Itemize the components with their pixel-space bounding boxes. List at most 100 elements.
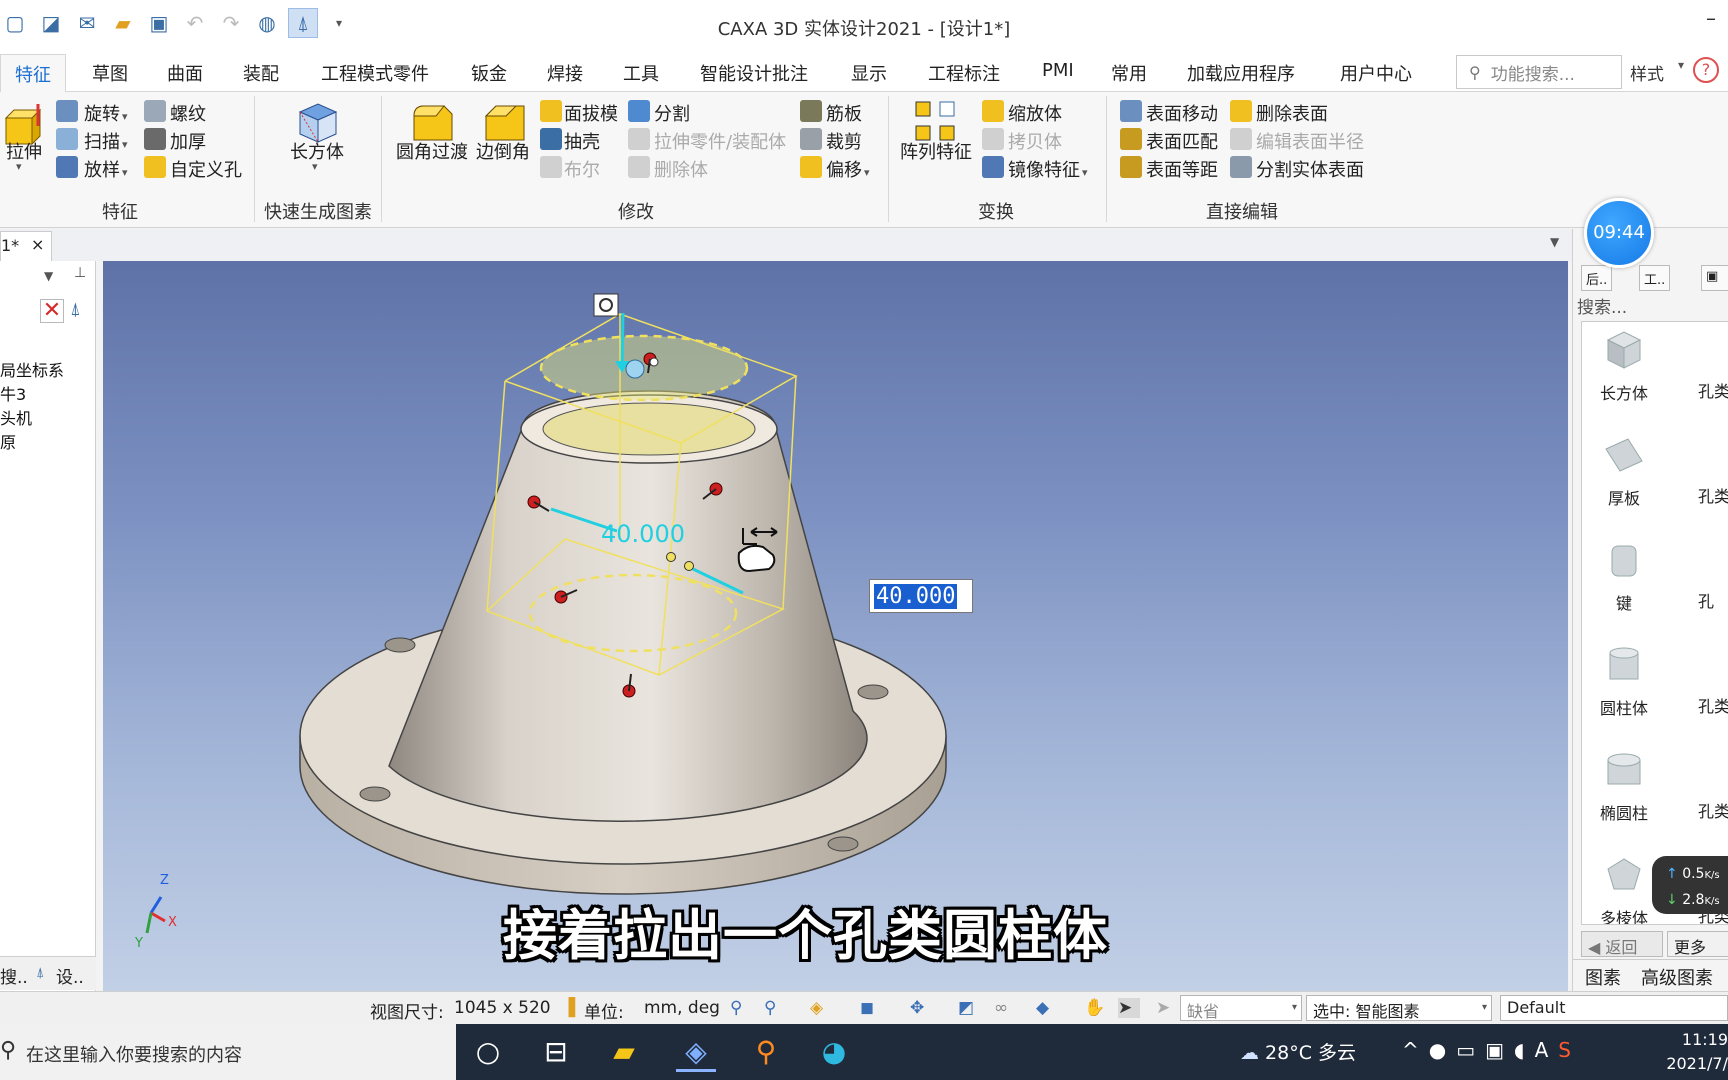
thread-button[interactable]: 螺纹	[170, 100, 206, 126]
scene[interactable]: 40.000 Z X Y	[103, 261, 1568, 991]
chamfer-button[interactable]: 边倒角	[476, 138, 530, 164]
battery-icon[interactable]: ▭	[1456, 1038, 1485, 1062]
custom-hole-button[interactable]: 自定义孔	[170, 156, 242, 182]
trim-button[interactable]: 裁剪	[826, 128, 862, 154]
document-tab[interactable]: 1* ×	[0, 231, 52, 261]
edge-browser-icon[interactable]: ◕	[814, 1032, 854, 1072]
new-item-icon[interactable]: ⍋	[70, 299, 81, 320]
library-item-hole[interactable]: 孔类	[1698, 483, 1728, 507]
delete-face-button[interactable]: 删除表面	[1256, 100, 1328, 126]
tab-display[interactable]: 显示	[851, 60, 887, 86]
library-item-box[interactable]: 长方体	[1584, 330, 1664, 404]
tab-search[interactable]: 搜..	[0, 963, 28, 988]
file-explorer-icon[interactable]: ▰	[604, 1032, 644, 1072]
rib-button[interactable]: 筋板	[826, 100, 862, 126]
view-cube-icon[interactable]: ◈	[810, 998, 832, 1018]
move-face-button[interactable]: 表面移动	[1146, 100, 1218, 126]
library-item-hole[interactable]: 孔类	[1698, 378, 1728, 402]
select-cursor-icon[interactable]: ➤	[1118, 998, 1140, 1018]
tree-item-part[interactable]: 牛3	[0, 381, 26, 405]
input-method-icon[interactable]: A	[1535, 1038, 1559, 1062]
extrude-button[interactable]: 拉伸	[6, 138, 42, 164]
fillet-button[interactable]: 圆角过渡	[396, 138, 468, 164]
pin-icon[interactable]: ⊥	[74, 265, 86, 281]
split-button[interactable]: 分割	[654, 100, 690, 126]
library-item-key[interactable]: 键	[1584, 540, 1664, 614]
section-icon[interactable]: ◩	[958, 998, 980, 1018]
tab-elements[interactable]: 图素	[1585, 964, 1621, 990]
panel-dropdown-icon[interactable]: ▼	[44, 269, 53, 283]
revolve-button[interactable]: 旋转 ▾	[84, 100, 128, 126]
weather-widget[interactable]: ☁ 28°C 多云	[1240, 1038, 1356, 1065]
tab-smart-annotation[interactable]: 智能设计批注	[700, 60, 808, 86]
style-dropdown-arrow-icon[interactable]: ▾	[1678, 58, 1684, 72]
tree-item-coordinate-system[interactable]: 局坐标系	[0, 357, 64, 381]
zoom-icon[interactable]: ⚲	[730, 998, 752, 1018]
tree-item-camera[interactable]: 头机	[0, 405, 32, 429]
thicken-button[interactable]: 加厚	[170, 128, 206, 154]
rotate-handle-icon[interactable]	[625, 359, 645, 379]
feature-search-box[interactable]: ⚲ 功能搜索...	[1456, 55, 1622, 89]
display-mode-icon[interactable]: ◼	[860, 998, 882, 1018]
library-item-elliptic-cylinder[interactable]: 椭圆柱	[1584, 750, 1664, 824]
tab-sketch[interactable]: 草图	[92, 60, 128, 86]
close-tab-icon[interactable]: ×	[31, 235, 44, 254]
offset-button[interactable]: 偏移 ▾	[826, 156, 870, 182]
help-icon[interactable]: ?	[1693, 57, 1719, 83]
tab-addins[interactable]: 加载应用程序	[1187, 60, 1295, 86]
delete-icon[interactable]: ✕	[40, 299, 64, 323]
tab-tools[interactable]: 工具	[623, 60, 659, 86]
split-face-button[interactable]: 分割实体表面	[1256, 156, 1364, 182]
loft-button[interactable]: 放样 ▾	[84, 156, 128, 182]
draft-button[interactable]: 面拔模	[564, 100, 618, 126]
library-more-button[interactable]: 更多	[1667, 931, 1728, 957]
scale-button[interactable]: 缩放体	[1008, 100, 1062, 126]
orientation-icon[interactable]: ◆	[1036, 998, 1058, 1018]
floating-clock[interactable]: 09:44	[1584, 198, 1654, 268]
selection-filter-combo[interactable]: 选中: 智能图素 ▾	[1306, 995, 1492, 1021]
zoom-window-icon[interactable]: ⚲	[764, 998, 786, 1018]
delete-body-button[interactable]: 删除体	[654, 156, 708, 182]
extrude-part-button[interactable]: 拉伸零件/装配体	[654, 128, 786, 154]
extrude-dropdown-icon[interactable]: ▾	[16, 160, 22, 173]
library-button-back[interactable]: 后..	[1581, 265, 1613, 291]
library-item-hole[interactable]: 孔类	[1698, 693, 1728, 717]
tab-assembly[interactable]: 装配	[243, 60, 279, 86]
tab-pmi[interactable]: PMI	[1042, 60, 1074, 81]
cortana-icon[interactable]: ○	[468, 1032, 508, 1072]
tab-settings[interactable]: 设..	[56, 963, 84, 988]
tree-item-light[interactable]: 原	[0, 429, 16, 453]
select-filter-icon[interactable]: ➤	[1156, 998, 1178, 1018]
taskbar-clock[interactable]: 11:19 2021/7/	[1660, 1028, 1728, 1076]
minimize-button[interactable]: –	[1706, 6, 1716, 30]
default-combo[interactable]: 缺省 ▾	[1180, 995, 1302, 1021]
anchor-handle-icon[interactable]	[593, 293, 619, 317]
boolean-button[interactable]: 布尔	[564, 156, 600, 182]
3d-viewport[interactable]: 40.000 Z X Y 40.000 接着拉出一个孔类圆柱体	[103, 261, 1568, 991]
document-list-dropdown-icon[interactable]: ▼	[1550, 235, 1559, 249]
tab-engineering-dimension[interactable]: 工程标注	[928, 60, 1000, 86]
box-dropdown-icon[interactable]: ▾	[312, 160, 318, 173]
dimension-input[interactable]: 40.000	[869, 579, 973, 613]
tab-common[interactable]: 常用	[1111, 60, 1147, 86]
shell-button[interactable]: 抽壳	[564, 128, 600, 154]
qq-icon[interactable]: ●	[1429, 1038, 1456, 1062]
library-save-icon[interactable]: ▣	[1701, 265, 1728, 291]
caxa-app-icon[interactable]: ◈	[676, 1032, 716, 1072]
edit-radius-button[interactable]: 编辑表面半径	[1256, 128, 1364, 154]
search-app-icon[interactable]: ⚲	[746, 1032, 786, 1072]
glasses-icon[interactable]: ∞	[994, 998, 1016, 1018]
sogou-icon[interactable]: S	[1558, 1038, 1581, 1062]
library-item-hole[interactable]: 孔	[1698, 588, 1714, 612]
task-view-icon[interactable]: ⊟	[536, 1032, 576, 1072]
library-search[interactable]: 搜索...	[1577, 293, 1627, 318]
match-face-button[interactable]: 表面匹配	[1146, 128, 1218, 154]
library-button-tools[interactable]: 工..	[1639, 265, 1671, 291]
tab-engineering-part[interactable]: 工程模式零件	[321, 60, 429, 86]
taskbar-search-box[interactable]: ⚲ 在这里输入你要搜索的内容	[0, 1024, 456, 1080]
tab-advanced-elements[interactable]: 高级图素	[1641, 964, 1713, 990]
library-item-cylinder[interactable]: 圆柱体	[1584, 645, 1664, 719]
network-icon[interactable]: ▣	[1485, 1038, 1514, 1062]
volume-icon[interactable]: ◖	[1514, 1038, 1535, 1062]
style-menu[interactable]: 样式	[1630, 60, 1664, 85]
